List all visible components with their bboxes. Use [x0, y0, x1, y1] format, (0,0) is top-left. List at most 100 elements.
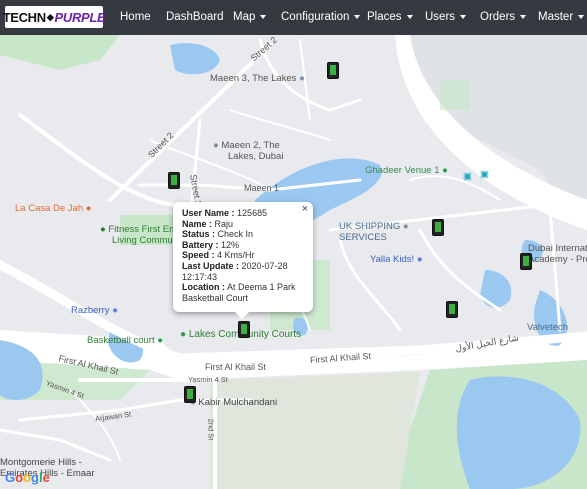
- caret-down-icon: [406, 14, 413, 19]
- poi-uk-label2: SERVICES: [339, 232, 387, 243]
- street-label: Maeen 1: [244, 183, 280, 193]
- nav-configuration-label: Configuration: [281, 11, 350, 23]
- device-marker-icon[interactable]: [168, 172, 180, 189]
- popup-status: Check In: [217, 229, 254, 240]
- poi-valvetech-label: Valvetech: [527, 322, 569, 333]
- google-letter: e: [42, 470, 50, 485]
- device-info-popup: × User Name : 125685 Name : Raju Status …: [173, 202, 313, 319]
- google-letter: o: [15, 470, 24, 485]
- poi-dubai-academy[interactable]: Dubai Internat Academy - Pre: [528, 243, 587, 265]
- popup-status-row: Status : Check In: [182, 229, 305, 240]
- location-pin-icon: ●: [442, 165, 448, 176]
- device-marker-icon[interactable]: [327, 62, 339, 79]
- popup-label: User Name :: [182, 208, 235, 218]
- poi-razberry-label: Razberry: [71, 305, 110, 316]
- poi-uk-shipping[interactable]: UK SHIPPING ● SERVICES: [339, 221, 409, 243]
- nav-orders-label: Orders: [480, 11, 516, 23]
- popup-location-row: Location : At Deema 1 Park Basketball Co…: [182, 282, 305, 303]
- street-label: Yasmin 4 St: [188, 375, 228, 384]
- poi-ghadeer[interactable]: Ghadeer Venue 1 ●: [365, 165, 448, 176]
- street-label: First Al Khail St: [205, 362, 267, 372]
- caret-down-icon: [260, 14, 267, 19]
- nav-home[interactable]: Home: [120, 0, 151, 35]
- poi-dubai-label1: Dubai Internat: [528, 243, 587, 254]
- location-pin-icon: ●: [213, 140, 219, 151]
- caret-down-icon: [520, 14, 527, 19]
- popup-speed: 4 Kms/Hr: [217, 250, 255, 261]
- popup-battery: 12%: [221, 239, 240, 250]
- popup-update-row: Last Update : 2020-07-28 12:17:43: [182, 261, 305, 282]
- google-letter: g: [31, 470, 39, 485]
- popup-label: Name :: [182, 218, 213, 229]
- brand-part1: TECHN: [2, 9, 47, 25]
- poi-lacasa-label: La Casa De Jah: [15, 203, 84, 214]
- nav-places-label: Places: [367, 11, 402, 23]
- nav-map-label: Map: [233, 11, 256, 23]
- nav-map[interactable]: Map: [233, 0, 267, 35]
- poi-yalla-label: Yalla Kids!: [370, 254, 415, 265]
- device-marker-icon[interactable]: [520, 253, 532, 270]
- poi-basketball[interactable]: Basketball court ●: [87, 335, 163, 346]
- brand-separator-icon: ◆: [46, 11, 54, 22]
- device-marker-icon[interactable]: [446, 301, 458, 318]
- poi-maeen2[interactable]: ● Maeen 2, The Lakes, Dubai: [213, 140, 283, 162]
- device-marker-icon[interactable]: [238, 321, 250, 338]
- popup-name-row: Name : Raju: [182, 219, 305, 230]
- poi-maeen2-label2: Lakes, Dubai: [228, 151, 284, 162]
- popup-label: Last Update :: [182, 260, 240, 271]
- location-pin-icon: ●: [180, 329, 187, 340]
- poi-kabir-label: Kabir Mulchandani: [198, 397, 278, 408]
- poi-kabir[interactable]: ● Kabir Mulchandani: [190, 397, 277, 408]
- nav-master[interactable]: Master: [538, 0, 585, 35]
- brand-logo[interactable]: TECHN ◆ PURPLE: [2, 6, 106, 28]
- transit-icon: ▣: [463, 171, 472, 182]
- street-label: 2nd St: [206, 418, 216, 441]
- google-letter: o: [23, 470, 32, 485]
- poi-valvetech[interactable]: Valvetech: [527, 322, 568, 333]
- nav-configuration[interactable]: Configuration: [281, 0, 361, 35]
- popup-label: Speed :: [182, 250, 215, 261]
- device-marker-icon[interactable]: [432, 219, 444, 236]
- popup-label: Location :: [182, 282, 225, 293]
- transit-icon: ▣: [480, 169, 489, 180]
- nav-master-label: Master: [538, 11, 574, 23]
- poi-maeen3-label: Maeen 3, The Lakes: [210, 73, 297, 84]
- poi-uk-label1: UK SHIPPING: [339, 221, 401, 232]
- popup-label: Status :: [182, 229, 216, 240]
- shopping-icon: ●: [112, 305, 118, 316]
- popup-username-row: User Name : 125685: [182, 208, 305, 219]
- location-pin-icon: ●: [299, 73, 305, 84]
- poi-montgomerie-label1: Montgomerie Hills -: [0, 457, 82, 468]
- poi-dubai-label2: Academy - Pre: [528, 254, 587, 265]
- restaurant-icon: ●: [85, 203, 92, 214]
- nav-places[interactable]: Places: [367, 0, 413, 35]
- location-pin-icon: ●: [100, 224, 106, 235]
- popup-name: Raju: [214, 218, 234, 229]
- popup-speed-row: Speed : 4 Kms/Hr: [182, 250, 305, 261]
- caret-down-icon: [460, 14, 467, 19]
- close-icon[interactable]: ×: [302, 204, 308, 215]
- nav-users[interactable]: Users: [425, 0, 467, 35]
- poi-maeen2-label1: Maeen 2, The: [221, 140, 280, 151]
- poi-fitness-label1: Fitness First Em: [108, 224, 178, 235]
- google-logo[interactable]: Google: [5, 470, 50, 485]
- poi-yalla[interactable]: Yalla Kids! ●: [370, 254, 423, 265]
- popup-username: 125685: [237, 208, 268, 218]
- poi-ghadeer-label: Ghadeer Venue 1: [365, 165, 440, 176]
- nav-users-label: Users: [425, 11, 456, 23]
- poi-basketball-label: Basketball court: [87, 335, 155, 346]
- poi-maeen3[interactable]: Maeen 3, The Lakes ●: [210, 73, 305, 84]
- device-marker-icon[interactable]: [184, 386, 196, 403]
- nav-orders[interactable]: Orders: [480, 0, 527, 35]
- location-pin-icon: ●: [402, 221, 409, 232]
- google-letter: G: [5, 470, 16, 485]
- popup-battery-row: Battery : 12%: [182, 240, 305, 251]
- poi-razberry[interactable]: Razberry ●: [71, 305, 118, 316]
- shopping-icon: ●: [416, 254, 423, 265]
- brand-part2: PURPLE: [54, 9, 106, 25]
- caret-down-icon: [578, 14, 585, 19]
- poi-lacasa[interactable]: La Casa De Jah ●: [15, 203, 92, 214]
- caret-down-icon: [354, 14, 361, 19]
- nav-dashboard[interactable]: DashBoard: [166, 0, 224, 35]
- navbar: TECHN ◆ PURPLE Home DashBoard Map Config…: [0, 0, 587, 35]
